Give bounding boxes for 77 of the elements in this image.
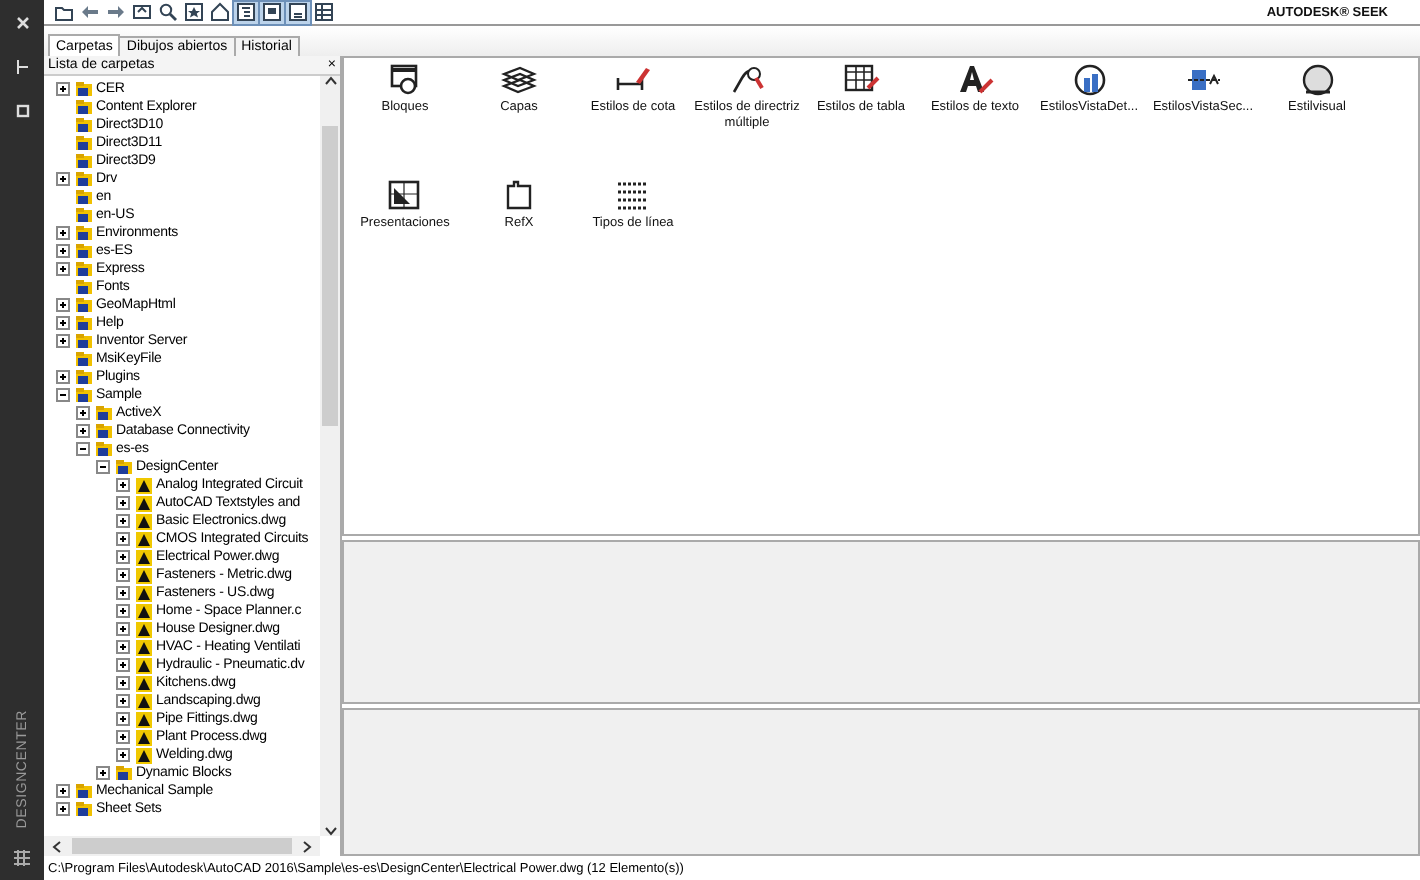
expand-toggle[interactable] [56,82,72,96]
vertical-scrollbar[interactable] [320,76,340,836]
scroll-left-icon[interactable] [52,839,62,853]
folder-icon [96,442,112,456]
expand-toggle[interactable] [116,586,132,600]
expand-toggle[interactable] [56,316,72,330]
folder-icon [76,136,92,150]
horizontal-scrollbar[interactable] [44,836,320,856]
tree-tool-button[interactable] [234,1,258,23]
search-tool-button[interactable] [156,1,180,23]
expand-toggle[interactable] [76,442,92,456]
expand-toggle[interactable] [116,478,132,492]
layers-icon [500,62,538,96]
expand-toggle[interactable] [76,424,92,438]
folder-icon [116,766,132,780]
expand-toggle[interactable] [116,514,132,528]
description-tool-button[interactable] [286,1,310,23]
folder-icon [76,172,92,186]
expand-toggle[interactable] [56,388,72,402]
folder-icon [76,100,92,114]
folder-icon [96,424,112,438]
linetype-icon [614,178,652,212]
expand-toggle[interactable] [116,496,132,510]
folder-icon [76,190,92,204]
folder-icon [76,280,92,294]
expand-toggle[interactable] [56,244,72,258]
expand-toggle[interactable] [56,370,72,384]
expand-toggle[interactable] [116,658,132,672]
folder-icon [116,460,132,474]
expand-toggle[interactable] [116,712,132,726]
expand-toggle[interactable] [116,550,132,564]
expand-toggle[interactable] [56,298,72,312]
folder-icon [76,784,92,798]
folder-icon [76,82,92,96]
folder-icon [96,406,112,420]
expand-toggle[interactable] [56,226,72,240]
expand-toggle[interactable] [116,748,132,762]
folder-icon [76,334,92,348]
folder-icon [76,244,92,258]
expand-toggle[interactable] [56,334,72,348]
folder-icon [76,298,92,312]
favorites-tool-button[interactable] [182,1,206,23]
back-tool-button[interactable] [78,1,102,23]
expand-toggle[interactable] [116,694,132,708]
folder-icon [76,316,92,330]
expand-toggle[interactable] [116,676,132,690]
expand-toggle[interactable] [56,262,72,276]
folder-icon [76,118,92,132]
expand-toggle[interactable] [56,172,72,186]
expand-toggle[interactable] [96,460,112,474]
up-tool-button[interactable] [130,1,154,23]
expand-toggle[interactable] [56,802,72,816]
folder-icon [76,388,92,402]
preview-tool-button[interactable] [260,1,284,23]
scroll-down-icon[interactable] [323,826,337,836]
scroll-up-icon[interactable] [323,76,337,86]
scroll-right-icon[interactable] [302,839,312,853]
expand-toggle[interactable] [116,532,132,546]
expand-toggle[interactable] [116,640,132,654]
folder-icon [76,154,92,168]
folder-icon [76,802,92,816]
home-tool-button[interactable] [208,1,232,23]
expand-toggle[interactable] [116,568,132,582]
folder-icon [76,208,92,222]
views-tool-button[interactable] [312,1,336,23]
folder-icon [76,352,92,366]
expand-toggle[interactable] [116,604,132,618]
expand-toggle[interactable] [56,784,72,798]
forward-tool-button[interactable] [104,1,128,23]
expand-toggle[interactable] [76,406,92,420]
expand-toggle[interactable] [116,622,132,636]
folder-icon [76,370,92,384]
expand-toggle[interactable] [96,766,112,780]
expand-toggle[interactable] [116,730,132,744]
folder-icon [76,262,92,276]
load-tool-button[interactable] [52,1,76,23]
folder-icon [76,226,92,240]
